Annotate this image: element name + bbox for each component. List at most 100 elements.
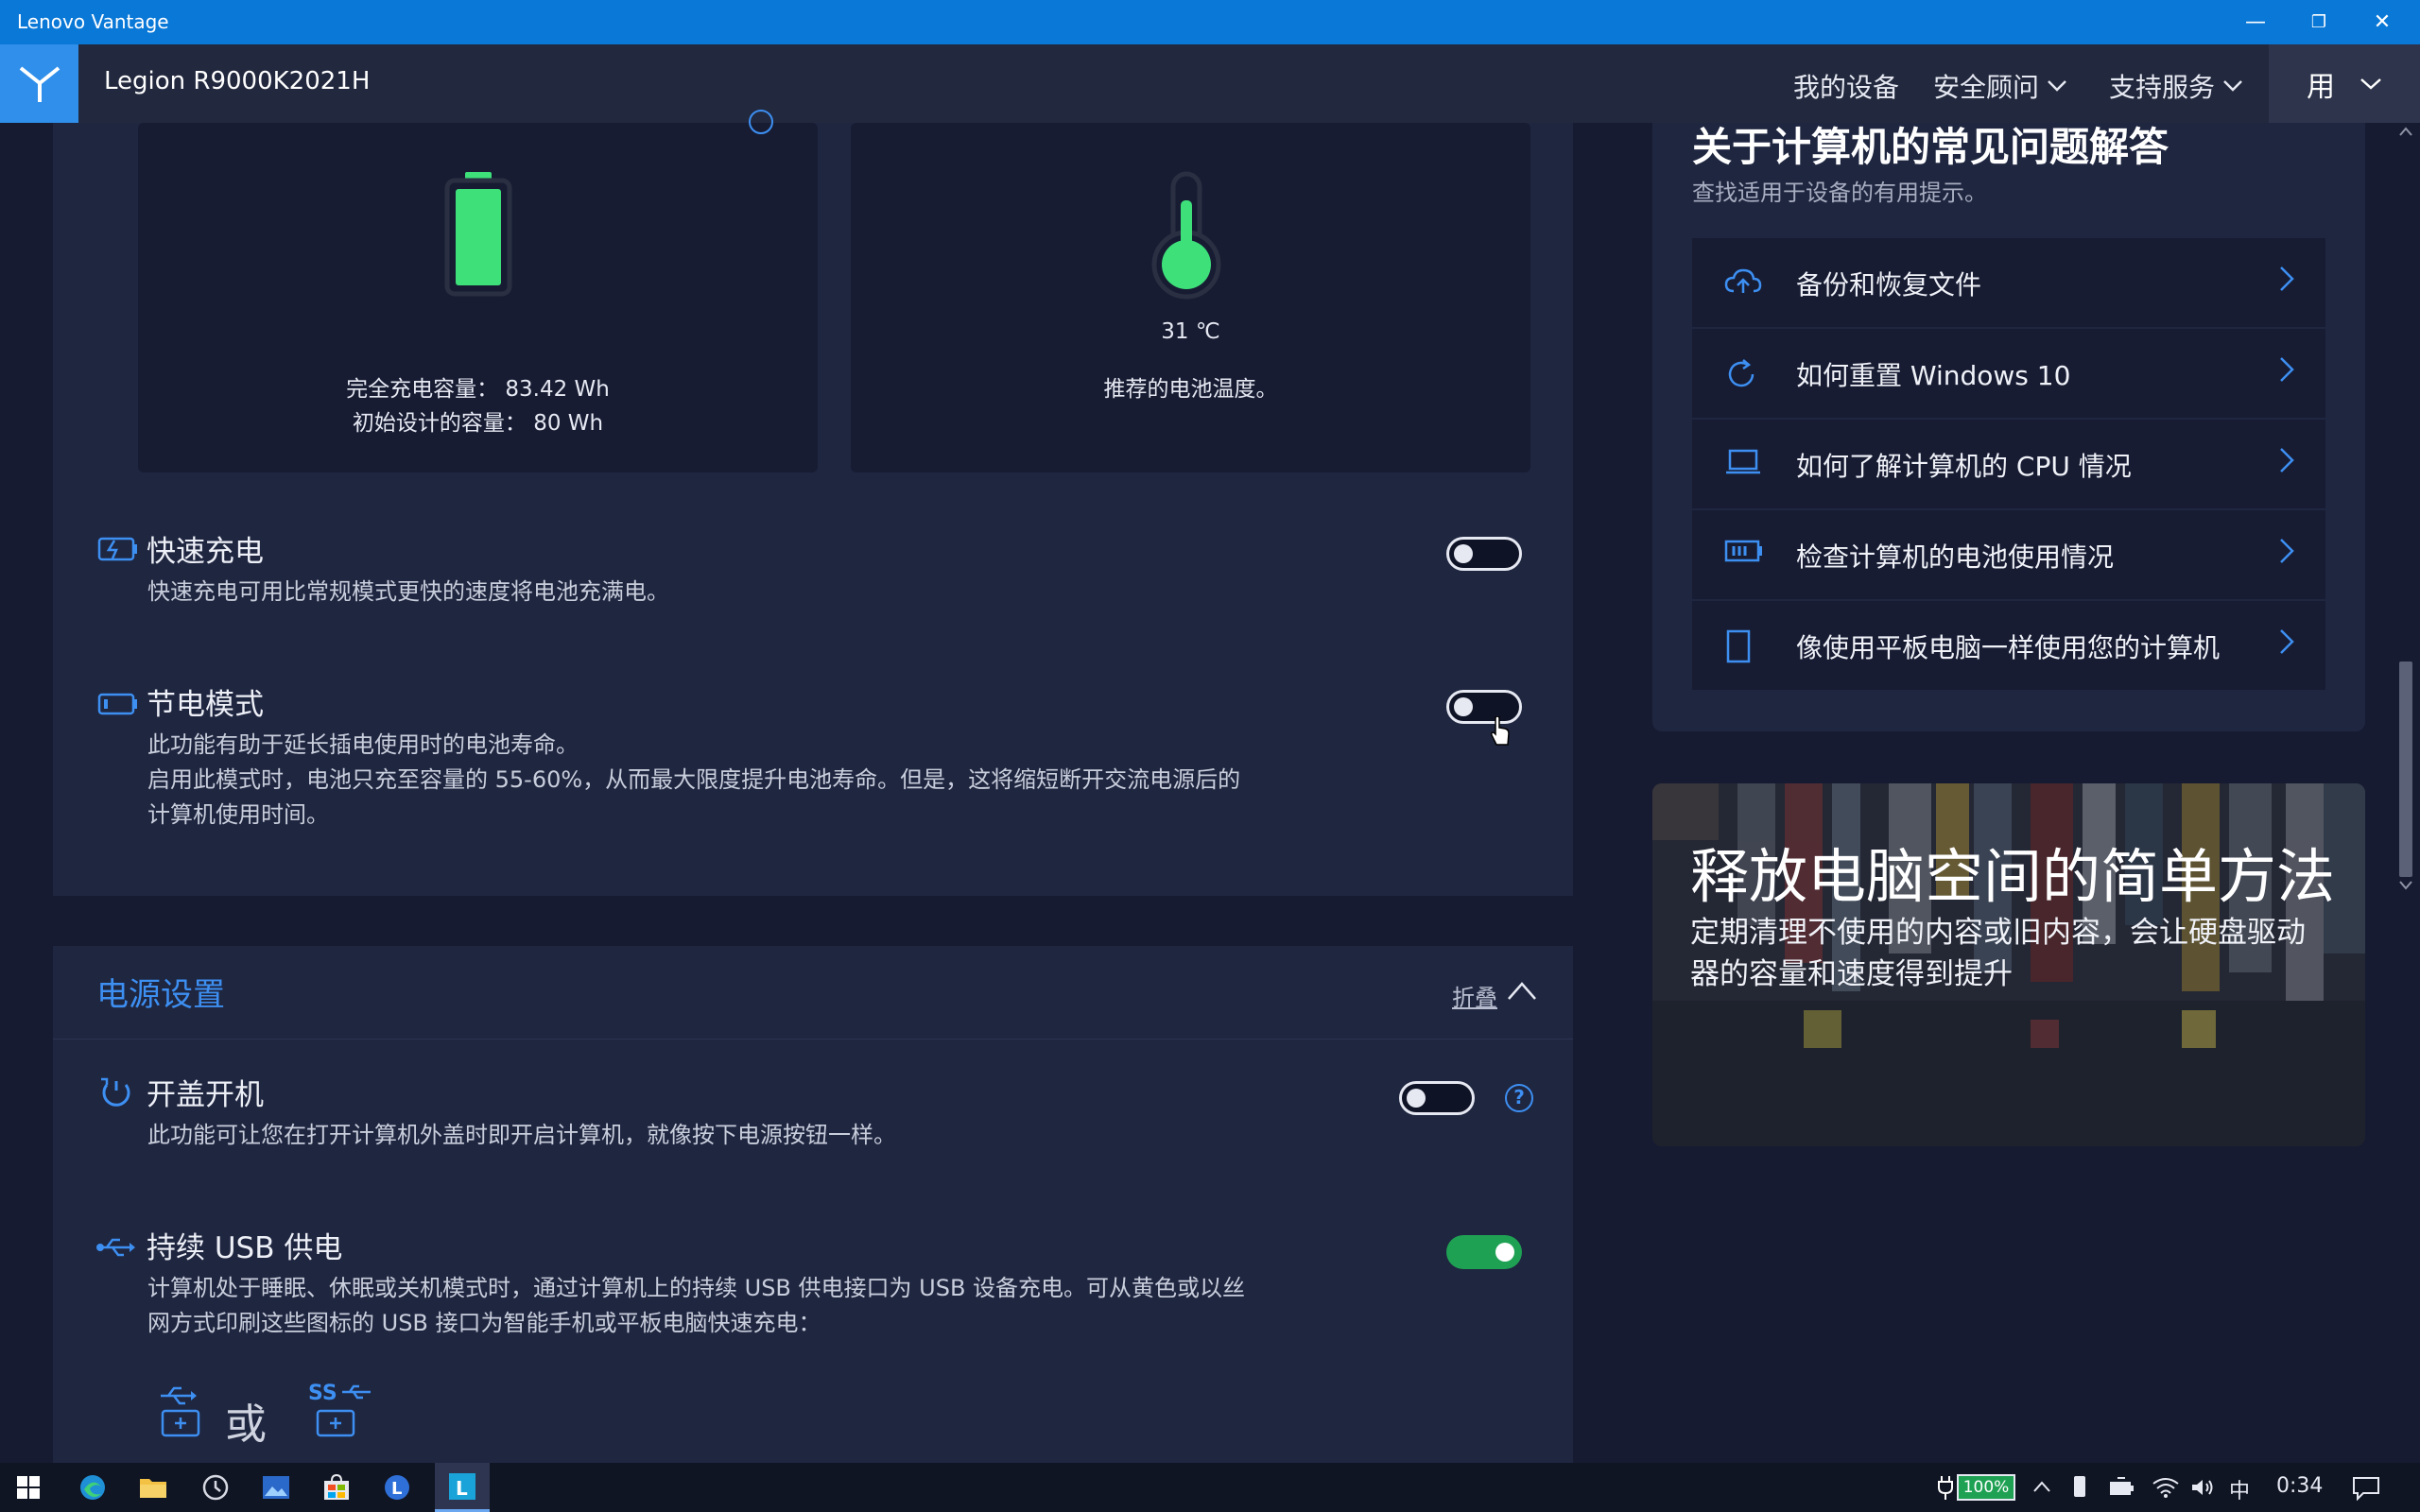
scroll-up-icon[interactable] xyxy=(2399,127,2412,136)
phone-icon[interactable] xyxy=(2072,1474,2087,1501)
faq-item-reset-windows[interactable]: 如何重置 Windows 10 xyxy=(1692,329,2325,418)
avatar: 用 xyxy=(2307,70,2335,104)
always-on-usb-desc-1: 计算机处于睡眠、休眠或关机模式时，通过计算机上的持续 USB 供电接口为 USB… xyxy=(147,1275,1246,1301)
clock-app-taskbar-button[interactable] xyxy=(199,1470,233,1504)
thermometer-icon xyxy=(1151,171,1221,300)
scrollbar[interactable] xyxy=(2392,123,2420,896)
scroll-down-icon[interactable] xyxy=(2399,881,2412,890)
promo-title: 释放电脑空间的简单方法 xyxy=(1690,842,2336,911)
ime-indicator[interactable]: 中 xyxy=(2229,1474,2250,1504)
power-settings-header: 电源设置 折叠 xyxy=(53,946,1573,1040)
app-header: Legion R9000K2021H 我的设备 安全顾问 支持服务 用 xyxy=(0,44,2420,123)
chevron-right-icon xyxy=(2280,266,2294,291)
quick-charge-toggle[interactable] xyxy=(1446,537,1522,571)
photos-taskbar-button[interactable] xyxy=(259,1470,293,1504)
svg-text:SS: SS xyxy=(308,1382,337,1405)
design-capacity: 初始设计的容量： 80 Wh xyxy=(352,411,604,436)
battery-icon xyxy=(1724,540,1762,562)
nav-support-label: 支持服务 xyxy=(2109,72,2216,103)
tablet-icon xyxy=(1726,629,1751,663)
device-model: Legion R9000K2021H xyxy=(104,67,371,95)
usb-icon xyxy=(96,1238,135,1257)
faq-item-tablet-mode[interactable]: 像使用平板电脑一样使用您的计算机 xyxy=(1692,601,2325,690)
promo-text: 定期清理不使用的内容或旧内容，会让硬盘驱动器的容量和速度得到提升 xyxy=(1690,916,2306,991)
faq-item-cpu[interactable]: 如何了解计算机的 CPU 情况 xyxy=(1692,420,2325,508)
or-label: 或 xyxy=(225,1400,267,1449)
conservation-desc-3: 计算机使用时间。 xyxy=(147,801,329,828)
always-on-usb-toggle[interactable] xyxy=(1446,1235,1522,1269)
store-taskbar-button[interactable] xyxy=(320,1470,354,1504)
flip-to-boot-toggle[interactable] xyxy=(1399,1081,1475,1115)
battery-temperature-value: 31 ℃ xyxy=(1161,319,1220,344)
quick-charge-desc: 快速充电可用比常规模式更快的速度将电池充满电。 xyxy=(147,578,669,605)
minimize-button[interactable]: — xyxy=(2224,0,2287,44)
faq-panel: 关于计算机的常见问题解答 查找适用于设备的有用提示。 备份和恢复文件 如何重置 … xyxy=(1652,123,2365,731)
faq-title: 关于计算机的常见问题解答 xyxy=(1692,124,2169,170)
store-icon xyxy=(324,1473,349,1500)
collapse-link[interactable]: 折叠 xyxy=(1452,979,1497,1012)
svg-text:L: L xyxy=(391,1479,402,1499)
nav-security-advisor[interactable]: 安全顾问 xyxy=(1933,67,2067,105)
battery-capacity-card: 完全充电容量： 83.42 Wh 初始设计的容量： 80 Wh xyxy=(138,110,818,472)
restore-button[interactable]: ❐ xyxy=(2288,0,2350,44)
chevron-right-icon xyxy=(2280,357,2294,382)
help-icon[interactable]: ? xyxy=(1505,1084,1533,1112)
volume-icon[interactable] xyxy=(2189,1476,2216,1499)
quick-charge-title: 快速充电 xyxy=(147,535,264,569)
faq-item-label: 如何重置 Windows 10 xyxy=(1796,360,2071,391)
folder-icon xyxy=(140,1479,166,1498)
wifi-icon[interactable] xyxy=(2152,1476,2180,1499)
clock[interactable]: 0:34 xyxy=(2276,1474,2323,1498)
power-plug-icon xyxy=(1938,1476,1953,1500)
battery-temperature-status: 推荐的电池温度。 xyxy=(1103,377,1278,402)
file-explorer-taskbar-button[interactable] xyxy=(136,1470,170,1504)
flip-to-boot-icon xyxy=(101,1077,130,1107)
chevron-right-icon xyxy=(2280,448,2294,472)
device-battery-icon[interactable] xyxy=(2108,1476,2136,1499)
battery-indicator[interactable]: 100% xyxy=(1957,1474,2015,1501)
promo-card[interactable]: 释放电脑空间的简单方法 定期清理不使用的内容或旧内容，会让硬盘驱动器的容量和速度… xyxy=(1652,783,2365,1146)
collapse-label: 折叠 xyxy=(1452,985,1497,1011)
laptop-icon xyxy=(1726,449,1760,474)
lenovo-l-icon: L xyxy=(385,1475,409,1500)
vantage-taskbar-button-active[interactable]: L xyxy=(435,1463,490,1512)
nav-support[interactable]: 支持服务 xyxy=(2109,67,2243,105)
usb-charge-icon xyxy=(161,1386,200,1437)
faq-item-battery[interactable]: 检查计算机的电池使用情况 xyxy=(1692,510,2325,599)
faq-item-backup[interactable]: 备份和恢复文件 xyxy=(1692,238,2325,327)
nav-my-device[interactable]: 我的设备 xyxy=(1793,67,1899,105)
battery-panel: 完全充电容量： 83.42 Wh 初始设计的容量： 80 Wh 31 ℃ 推荐的… xyxy=(53,110,1573,896)
conservation-desc-1: 此功能有助于延长插电使用时的电池寿命。 xyxy=(147,731,579,758)
show-hidden-icons-icon[interactable] xyxy=(2032,1480,2051,1493)
nav-my-device-label: 我的设备 xyxy=(1793,72,1900,103)
scrollbar-thumb[interactable] xyxy=(2399,662,2412,877)
close-button[interactable]: ✕ xyxy=(2351,0,2413,44)
flip-to-boot-title: 开盖开机 xyxy=(147,1078,264,1112)
faq-item-label: 如何了解计算机的 CPU 情况 xyxy=(1796,451,2132,482)
power-settings-panel: 电源设置 折叠 开盖开机 此功能可让您在打开计算机外盖时即开启计算机，就像按下电… xyxy=(53,946,1573,1463)
power-settings-title: 电源设置 xyxy=(96,976,225,1014)
chevron-down-icon xyxy=(2048,80,2066,92)
chevron-up-icon[interactable] xyxy=(1507,980,1537,1001)
flip-to-boot-desc: 此功能可让您在打开计算机外盖时即开启计算机，就像按下电源按钮一样。 xyxy=(147,1122,896,1148)
chevron-down-icon xyxy=(2360,77,2381,90)
full-charge-capacity: 完全充电容量： 83.42 Wh xyxy=(346,377,610,402)
edge-icon xyxy=(80,1475,105,1500)
legion-logo-icon[interactable] xyxy=(0,44,78,123)
always-on-usb-desc-2: 网方式印刷这些图标的 USB 接口为智能手机或平板电脑快速充电： xyxy=(147,1310,821,1336)
nav-security-label: 安全顾问 xyxy=(1933,72,2040,103)
chevron-down-icon xyxy=(2223,80,2242,92)
vantage-icon: L xyxy=(449,1472,475,1500)
conservation-desc-2: 启用此模式时，电池只充至容量的 55-60%，从而最大限度提升电池寿命。但是，这… xyxy=(147,766,1241,793)
notification-center-icon[interactable] xyxy=(2352,1476,2380,1501)
lenovo-app-taskbar-button[interactable]: L xyxy=(380,1470,414,1504)
chevron-right-icon xyxy=(2280,539,2294,563)
edge-taskbar-button[interactable] xyxy=(76,1470,110,1504)
faq-item-label: 像使用平板电脑一样使用您的计算机 xyxy=(1796,632,2221,663)
window-title: Lenovo Vantage xyxy=(17,10,169,33)
faq-item-label: 备份和恢复文件 xyxy=(1796,269,1982,301)
start-button[interactable] xyxy=(11,1470,45,1504)
info-icon[interactable] xyxy=(749,110,773,134)
user-menu[interactable]: 用 xyxy=(2269,44,2420,123)
clock-app-icon xyxy=(202,1474,229,1501)
